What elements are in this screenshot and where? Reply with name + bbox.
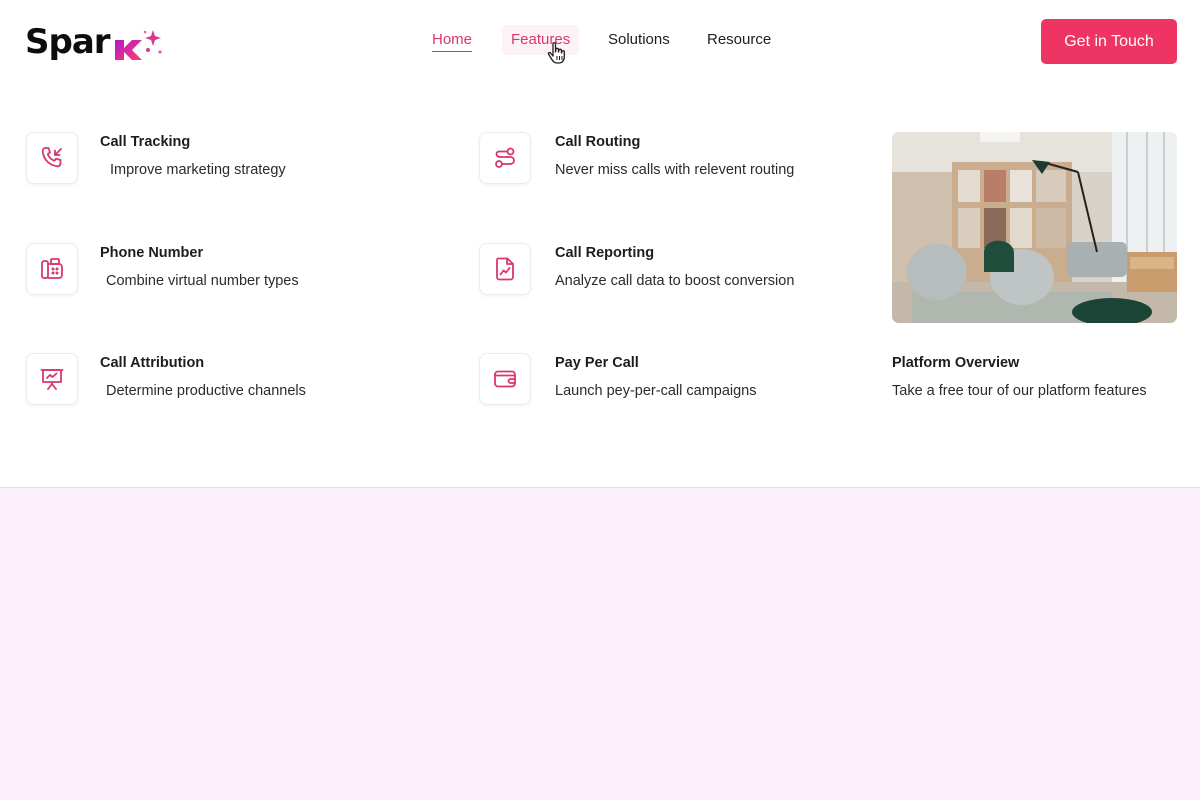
feature-call-tracking[interactable]: Call Tracking Improve marketing strategy <box>26 132 406 192</box>
top-nav: Home Features Solutions Resource <box>0 0 1200 80</box>
feature-call-routing[interactable]: Call Routing Never miss calls with relev… <box>479 132 859 192</box>
report-chart-icon <box>479 243 531 295</box>
feature-description: Combine virtual number types <box>106 273 299 289</box>
route-icon <box>479 132 531 184</box>
nav-resource[interactable]: Resource <box>707 31 771 49</box>
feature-phone-number[interactable]: Phone Number Combine virtual number type… <box>26 243 406 303</box>
phone-incoming-icon <box>26 132 78 184</box>
feature-description: Determine productive channels <box>106 383 306 399</box>
hand-pointer-cursor-icon <box>547 42 565 64</box>
feature-call-reporting[interactable]: Call Reporting Analyze call data to boos… <box>479 243 859 303</box>
get-in-touch-button[interactable]: Get in Touch <box>1041 19 1177 64</box>
feature-title: Pay Per Call <box>555 355 639 371</box>
presentation-icon <box>26 353 78 405</box>
feature-title: Phone Number <box>100 245 204 261</box>
desk-phone-icon <box>26 243 78 295</box>
nav-home[interactable]: Home <box>432 31 473 52</box>
nav-solutions[interactable]: Solutions <box>608 31 670 49</box>
feature-title: Call Attribution <box>100 355 205 371</box>
platform-overview-image[interactable] <box>892 132 1177 323</box>
feature-title: Call Tracking <box>100 134 191 150</box>
overview-description: Take a free tour of our platform feature… <box>892 383 1147 399</box>
feature-pay-per-call[interactable]: Pay Per Call Launch pey-per-call campaig… <box>479 353 859 413</box>
feature-description: Never miss calls with relevent routing <box>555 162 795 178</box>
feature-description: Analyze call data to boost conversion <box>555 273 795 289</box>
page-background <box>0 489 1200 800</box>
feature-title: Call Routing <box>555 134 641 150</box>
feature-description: Improve marketing strategy <box>110 162 286 178</box>
features-mega-menu: Spar Home Features Solutions Resource Ge… <box>0 0 1200 488</box>
wallet-icon <box>479 353 531 405</box>
feature-call-attribution[interactable]: Call Attribution Determine productive ch… <box>26 353 406 413</box>
feature-title: Call Reporting <box>555 245 655 261</box>
feature-description: Launch pey-per-call campaigns <box>555 383 757 399</box>
overview-title: Platform Overview <box>892 355 1020 371</box>
office-lounge-illustration <box>892 132 1177 323</box>
